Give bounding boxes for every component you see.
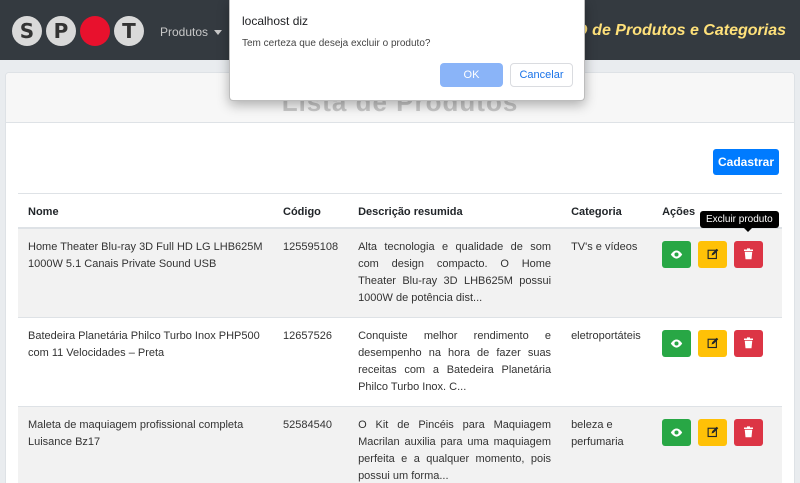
trash-icon bbox=[744, 337, 754, 349]
eye-icon bbox=[670, 427, 683, 437]
create-product-button[interactable]: Cadastrar bbox=[713, 149, 779, 175]
product-category: beleza e perfumaria bbox=[561, 405, 653, 483]
row-actions bbox=[652, 405, 782, 483]
product-description: Alta tecnologia e qualidade de som com d… bbox=[348, 227, 562, 317]
product-name: Batedeira Planetária Philco Turbo Inox P… bbox=[18, 316, 273, 406]
table-row: Home Theater Blu-ray 3D Full HD LG LHB62… bbox=[18, 227, 782, 317]
dialog-title: localhost diz bbox=[242, 14, 309, 28]
products-menu-label: Produtos bbox=[160, 25, 209, 39]
cancel-button[interactable]: Cancelar bbox=[510, 63, 573, 87]
edit-icon bbox=[707, 426, 718, 438]
chevron-down-icon bbox=[214, 29, 223, 35]
product-category: TV's e vídeos bbox=[561, 227, 653, 317]
brand-logo[interactable]: S P T bbox=[12, 16, 144, 46]
product-code: 52584540 bbox=[273, 405, 349, 483]
delete-product-button[interactable] bbox=[734, 418, 764, 446]
edit-product-button[interactable] bbox=[698, 329, 728, 357]
edit-product-button[interactable] bbox=[698, 240, 728, 268]
eye-icon bbox=[670, 338, 683, 348]
product-name: Maleta de maquiagem profissional complet… bbox=[18, 405, 273, 483]
delete-product-button[interactable] bbox=[734, 240, 764, 268]
table-row: Batedeira Planetária Philco Turbo Inox P… bbox=[18, 316, 782, 406]
edit-icon bbox=[707, 248, 718, 260]
edit-product-button[interactable] bbox=[698, 418, 728, 446]
header-description: Descrição resumida bbox=[348, 193, 562, 229]
products-table: Nome Código Descrição resumida Categoria… bbox=[18, 193, 782, 483]
product-code: 12657526 bbox=[273, 316, 349, 406]
logo-letter-p: P bbox=[46, 16, 76, 46]
delete-tooltip: Excluir produto bbox=[700, 211, 779, 232]
table-header-row: Nome Código Descrição resumida Categoria… bbox=[18, 193, 782, 229]
dialog-message: Tem certeza que deseja excluir o produto… bbox=[242, 38, 431, 49]
header-name: Nome bbox=[18, 193, 273, 229]
row-actions bbox=[652, 316, 782, 406]
product-code: 125595108 bbox=[273, 227, 349, 317]
eye-icon bbox=[670, 249, 683, 259]
product-description: Conquiste melhor rendimento e desempenho… bbox=[348, 316, 562, 406]
confirm-dialog: localhost diz Tem certeza que deseja exc… bbox=[229, 0, 585, 101]
row-actions bbox=[652, 227, 782, 317]
products-card: Lista de Produtos Cadastrar Nome Código … bbox=[5, 72, 795, 483]
edit-icon bbox=[707, 337, 718, 349]
product-description: O Kit de Pincéis para Maquiagem Macrilan… bbox=[348, 405, 562, 483]
products-menu[interactable]: Produtos bbox=[160, 25, 223, 39]
view-product-button[interactable] bbox=[662, 418, 692, 446]
app-title: UD de Produtos e Categorias bbox=[564, 22, 786, 39]
ok-button[interactable]: OK bbox=[440, 63, 503, 87]
view-product-button[interactable] bbox=[662, 240, 692, 268]
table-row: Maleta de maquiagem profissional complet… bbox=[18, 405, 782, 483]
logo-letter-s: S bbox=[12, 16, 42, 46]
product-name: Home Theater Blu-ray 3D Full HD LG LHB62… bbox=[18, 227, 273, 317]
header-category: Categoria bbox=[561, 193, 653, 229]
delete-product-button[interactable] bbox=[734, 329, 764, 357]
trash-icon bbox=[744, 426, 754, 438]
view-product-button[interactable] bbox=[662, 329, 692, 357]
product-category: eletroportáteis bbox=[561, 316, 653, 406]
logo-red-dot bbox=[80, 16, 110, 46]
header-code: Código bbox=[273, 193, 349, 229]
logo-letter-t: T bbox=[114, 16, 144, 46]
trash-icon bbox=[744, 248, 754, 260]
